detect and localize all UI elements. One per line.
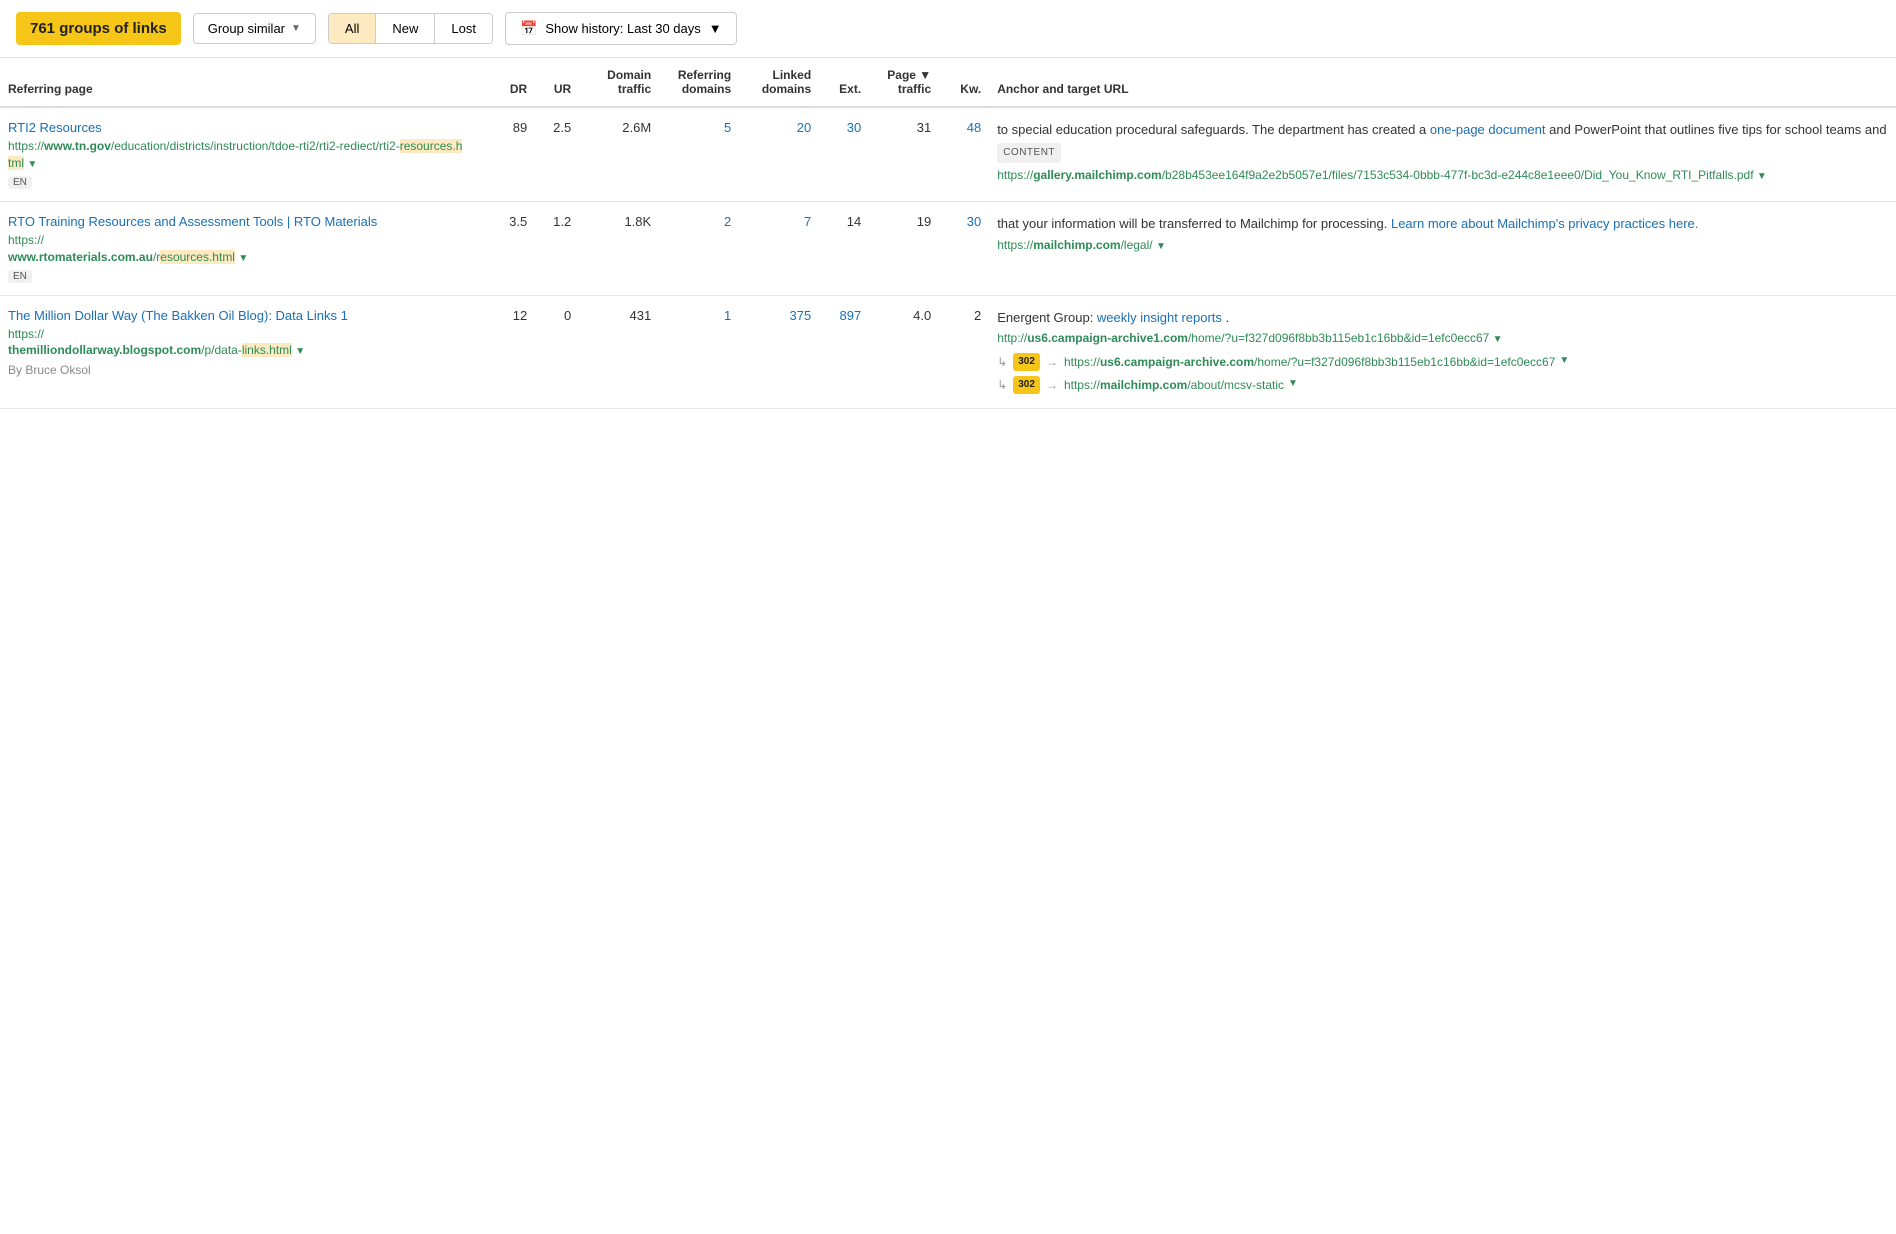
referring-domains-cell: 5	[659, 107, 739, 201]
col-header-referring-domains[interactable]: Referringdomains	[659, 58, 739, 107]
ref-page-title[interactable]: RTO Training Resources and Assessment To…	[8, 214, 483, 229]
redirect-row-1: ↳ 302 → https://us6.campaign-archive.com…	[997, 353, 1888, 372]
anchor-url-dropdown[interactable]: ▼	[1757, 171, 1767, 182]
referring-domains-cell: 1	[659, 295, 739, 408]
dr-cell: 3.5	[491, 201, 535, 295]
domain-traffic-cell: 431	[579, 295, 659, 408]
redirect-arrow-text2: →	[1046, 376, 1058, 395]
col-header-linked-domains[interactable]: Linkeddomains	[739, 58, 819, 107]
domain-traffic-cell: 2.6M	[579, 107, 659, 201]
history-label: Show history: Last 30 days	[545, 21, 700, 36]
redirect-badge-302: 302	[1013, 353, 1040, 371]
anchor-url-dropdown[interactable]: ▼	[1156, 241, 1166, 252]
ref-page-url[interactable]: https://themilliondollarway.blogspot.com…	[8, 326, 483, 360]
redirect-url-1[interactable]: https://us6.campaign-archive.com/home/?u…	[1064, 353, 1555, 372]
page-traffic-cell: 4.0	[869, 295, 939, 408]
table-row: RTO Training Resources and Assessment To…	[0, 201, 1896, 295]
linked-domains-cell: 7	[739, 201, 819, 295]
anchor-target-url[interactable]: https://gallery.mailchimp.com/b28b453ee1…	[997, 168, 1757, 182]
show-history-button[interactable]: 📅 Show history: Last 30 days ▼	[505, 12, 737, 45]
linked-domains-cell: 20	[739, 107, 819, 201]
anchor-url-cell: that your information will be transferre…	[989, 201, 1896, 295]
anchor-inline-link[interactable]: Learn more about Mailchimp's privacy pra…	[1391, 216, 1698, 231]
group-similar-arrow-icon: ▼	[291, 23, 301, 34]
filter-new-button[interactable]: New	[376, 14, 435, 43]
content-badge: CONTENT	[997, 143, 1061, 163]
lang-badge: EN	[8, 176, 32, 189]
table-row: RTI2 Resources https://www.tn.gov/educat…	[0, 107, 1896, 201]
redirect-url-dropdown2[interactable]: ▼	[1288, 376, 1298, 392]
groups-badge: 761 groups of links	[16, 12, 181, 45]
filter-lost-button[interactable]: Lost	[435, 14, 492, 43]
anchor-inline-link[interactable]: one-page document	[1430, 122, 1546, 137]
anchor-text2: .	[1226, 310, 1230, 325]
anchor-url-cell: to special education procedural safeguar…	[989, 107, 1896, 201]
ext-cell: 897	[819, 295, 869, 408]
top-bar: 761 groups of links Group similar ▼ All …	[0, 0, 1896, 58]
referring-page-cell: RTO Training Resources and Assessment To…	[0, 201, 491, 295]
col-header-domain-traffic[interactable]: Domaintraffic	[579, 58, 659, 107]
redirect-badge-302-2: 302	[1013, 376, 1040, 394]
table-row: The Million Dollar Way (The Bakken Oil B…	[0, 295, 1896, 408]
col-header-kw: Kw.	[939, 58, 989, 107]
ref-page-title[interactable]: The Million Dollar Way (The Bakken Oil B…	[8, 308, 483, 323]
anchor-url-dropdown1[interactable]: ▼	[1493, 334, 1503, 345]
ur-cell: 1.2	[535, 201, 579, 295]
ur-cell: 2.5	[535, 107, 579, 201]
redirect-row-2: ↳ 302 → https://mailchimp.com/about/mcsv…	[997, 376, 1888, 395]
redirect-url-dropdown1[interactable]: ▼	[1559, 353, 1569, 369]
col-header-page-traffic[interactable]: Page ▼traffic	[869, 58, 939, 107]
redirect-arrow-icon2: ↳	[997, 376, 1007, 395]
filter-group: All New Lost	[328, 13, 493, 44]
col-header-ur: UR	[535, 58, 579, 107]
referring-page-cell: The Million Dollar Way (The Bakken Oil B…	[0, 295, 491, 408]
table-header-row: Referring page DR UR Domaintraffic Refer…	[0, 58, 1896, 107]
kw-cell: 2	[939, 295, 989, 408]
linked-domains-cell: 375	[739, 295, 819, 408]
ext-cell: 14	[819, 201, 869, 295]
anchor-target-url[interactable]: https://mailchimp.com/legal/	[997, 238, 1156, 252]
anchor-url-cell: Energent Group: weekly insight reports .…	[989, 295, 1896, 408]
anchor-target-url[interactable]: http://us6.campaign-archive1.com/home/?u…	[997, 331, 1492, 345]
anchor-text: that your information will be transferre…	[997, 216, 1391, 231]
kw-cell: 48	[939, 107, 989, 201]
kw-cell: 30	[939, 201, 989, 295]
page-traffic-cell: 19	[869, 201, 939, 295]
calendar-icon: 📅	[520, 20, 537, 37]
lang-badge: EN	[8, 270, 32, 283]
backlinks-table: Referring page DR UR Domaintraffic Refer…	[0, 58, 1896, 409]
history-arrow-icon: ▼	[709, 21, 722, 36]
ref-page-url[interactable]: https://www.rtomaterials.com.au/resource…	[8, 232, 483, 266]
dr-cell: 89	[491, 107, 535, 201]
anchor-inline-link[interactable]: weekly insight reports	[1097, 310, 1222, 325]
referring-domains-cell: 2	[659, 201, 739, 295]
domain-traffic-cell: 1.8K	[579, 201, 659, 295]
ext-cell: 30	[819, 107, 869, 201]
ref-page-title[interactable]: RTI2 Resources	[8, 120, 483, 135]
redirect-arrow-icon: ↳	[997, 353, 1007, 372]
anchor-text2: and PowerPoint that outlines five tips f…	[1549, 122, 1886, 137]
col-header-anchor-url: Anchor and target URL	[989, 58, 1896, 107]
by-line: By Bruce Oksol	[8, 363, 483, 377]
ref-page-url[interactable]: https://www.tn.gov/education/districts/i…	[8, 138, 483, 172]
col-header-ext: Ext.	[819, 58, 869, 107]
anchor-text: Energent Group:	[997, 310, 1097, 325]
col-header-referring-page: Referring page	[0, 58, 491, 107]
redirect-url-2[interactable]: https://mailchimp.com/about/mcsv-static	[1064, 376, 1284, 395]
main-table-wrap: Referring page DR UR Domaintraffic Refer…	[0, 58, 1896, 409]
dr-cell: 12	[491, 295, 535, 408]
page-traffic-cell: 31	[869, 107, 939, 201]
redirect-arrow-text: →	[1046, 353, 1058, 372]
ur-cell: 0	[535, 295, 579, 408]
group-similar-label: Group similar	[208, 21, 285, 36]
filter-all-button[interactable]: All	[329, 14, 376, 43]
anchor-text: to special education procedural safeguar…	[997, 122, 1430, 137]
referring-page-cell: RTI2 Resources https://www.tn.gov/educat…	[0, 107, 491, 201]
group-similar-button[interactable]: Group similar ▼	[193, 13, 316, 44]
col-header-dr: DR	[491, 58, 535, 107]
